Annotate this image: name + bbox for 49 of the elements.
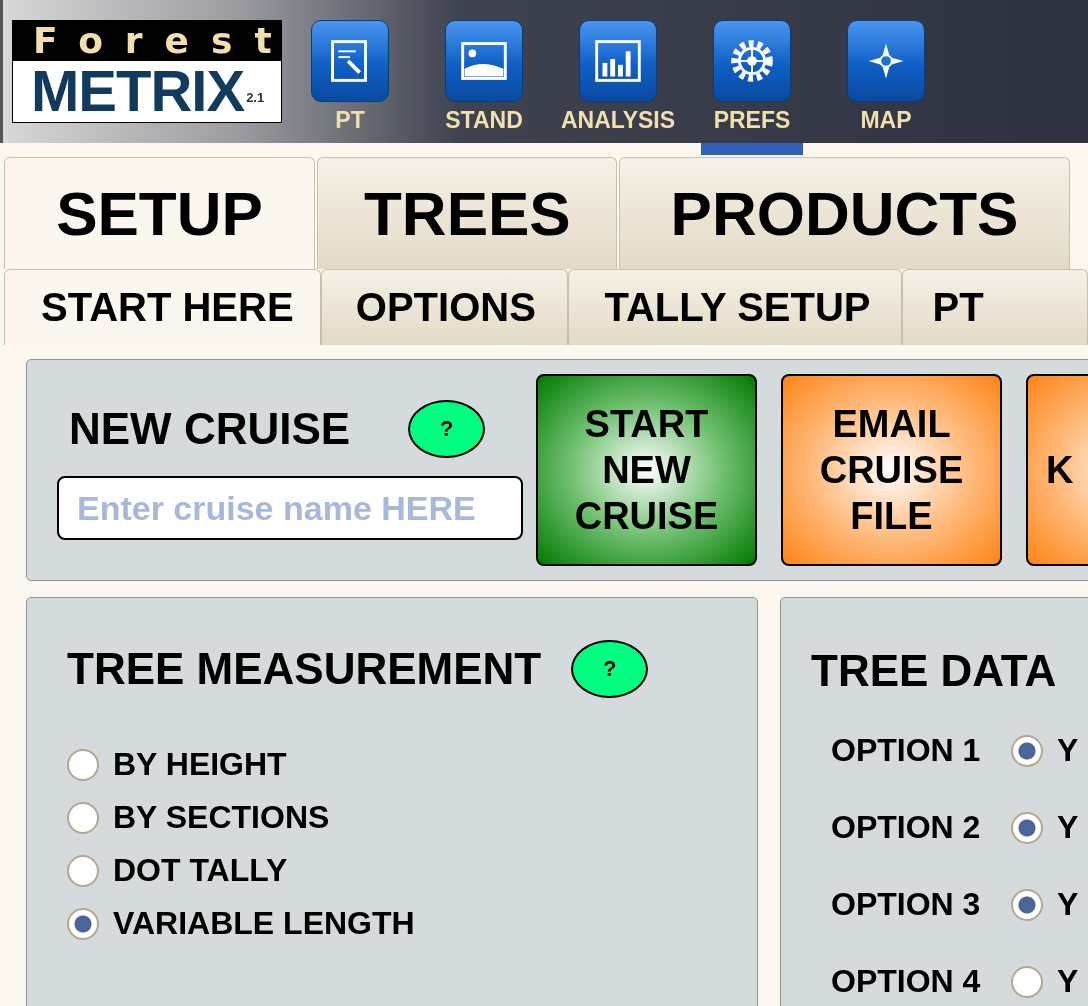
- option-label: Y: [1057, 886, 1079, 923]
- option-label: OPTION 1: [831, 732, 982, 769]
- radio-button[interactable]: [1011, 811, 1043, 844]
- subtab[interactable]: OPTIONS: [320, 269, 568, 345]
- tab[interactable]: PRODUCTS: [619, 157, 1070, 269]
- compass-icon: [847, 20, 925, 102]
- option-label: BY HEIGHT: [113, 746, 287, 783]
- cruise-name-field[interactable]: Enter cruise name HERE: [57, 476, 523, 540]
- tab[interactable]: SETUP: [4, 157, 315, 269]
- radio-button[interactable]: [1011, 965, 1043, 998]
- nav-button[interactable]: ANALYSIS: [551, 0, 685, 155]
- radio-button[interactable]: [67, 748, 99, 781]
- nav-button[interactable]: MAP: [819, 0, 953, 155]
- bar-chart-icon: [579, 20, 657, 102]
- nav-button[interactable]: PT: [283, 0, 417, 155]
- tab[interactable]: TREES: [317, 157, 617, 269]
- section-title: TREE MEASUREMENT: [67, 644, 542, 694]
- logo-text: Forest: [13, 21, 281, 61]
- subtab[interactable]: START HERE: [4, 269, 321, 345]
- note-pencil-icon: [311, 20, 389, 102]
- option-label: OPTION 2: [831, 809, 982, 846]
- radio-button[interactable]: [67, 801, 99, 834]
- nav-button[interactable]: STAND: [417, 0, 551, 155]
- action-button[interactable]: K: [1026, 374, 1088, 566]
- settings-icon: [713, 20, 791, 102]
- radio-button[interactable]: [67, 907, 99, 940]
- action-button[interactable]: START NEW CRUISE: [536, 374, 757, 566]
- option-label: VARIABLE LENGTH: [113, 905, 415, 942]
- version-label: 2.1: [246, 90, 265, 105]
- radio-button[interactable]: [1011, 888, 1043, 921]
- help-button[interactable]: ?: [571, 640, 649, 698]
- section-title: TREE DATA: [811, 646, 1057, 696]
- landscape-picture-icon: [445, 20, 523, 102]
- nav-button[interactable]: PREFS: [685, 0, 819, 155]
- radio-button[interactable]: [67, 854, 99, 887]
- option-label: OPTION 3: [831, 886, 982, 923]
- option-label: OPTION 4: [831, 963, 982, 1000]
- subtab[interactable]: PT: [901, 269, 1088, 345]
- option-label: Y: [1057, 963, 1079, 1000]
- option-label: Y: [1057, 809, 1079, 846]
- subtab[interactable]: TALLY SETUP: [567, 269, 902, 345]
- logo-text: METRIX: [31, 61, 245, 121]
- option-label: DOT TALLY: [113, 852, 288, 889]
- action-button[interactable]: EMAIL CRUISE FILE: [781, 374, 1002, 566]
- radio-button[interactable]: [1011, 734, 1043, 767]
- help-button[interactable]: ?: [408, 400, 486, 458]
- option-label: BY SECTIONS: [113, 799, 330, 836]
- option-label: Y: [1057, 732, 1079, 769]
- section-title: NEW CRUISE: [69, 404, 351, 454]
